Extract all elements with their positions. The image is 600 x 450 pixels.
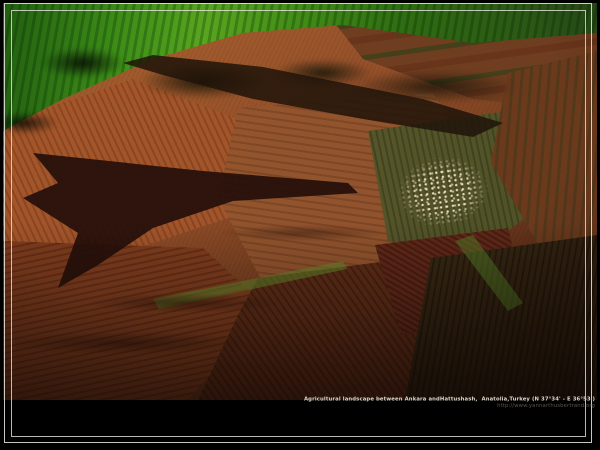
aerial-photo xyxy=(3,3,597,400)
wallpaper-background: Agricultural landscape between Ankara an… xyxy=(0,0,600,450)
caption: Agricultural landscape between Ankara an… xyxy=(154,396,595,416)
caption-url: http://www.yannarthusbertrand.org xyxy=(304,403,595,410)
caption-text-block: Agricultural landscape between Ankara an… xyxy=(304,396,595,409)
photo-layer-vignette xyxy=(3,3,597,400)
